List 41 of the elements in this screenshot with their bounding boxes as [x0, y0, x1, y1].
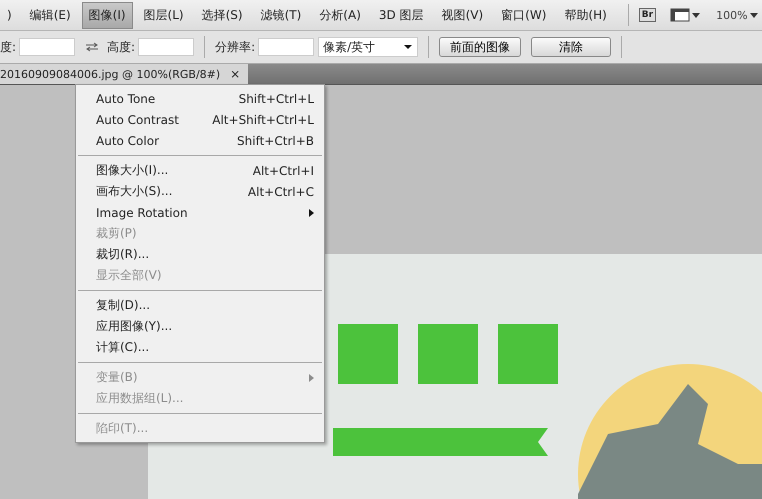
menu-item[interactable]: 滤镜(T)	[254, 2, 308, 28]
toolbar-button[interactable]: 清除	[531, 37, 612, 57]
swap-icon[interactable]	[85, 42, 100, 52]
menu-option[interactable]: 计算(C)...	[76, 337, 324, 358]
height-field[interactable]	[138, 38, 194, 56]
menu-item[interactable]: 图层(L)	[136, 2, 191, 28]
submenu-arrow-icon	[309, 374, 314, 382]
menu-item[interactable]: 窗口(W)	[494, 2, 554, 28]
menu-option[interactable]: 画布大小(S)... Alt+Ctrl+C	[76, 181, 324, 202]
resolution-field[interactable]	[258, 38, 314, 56]
resolution-label: 分辨率:	[215, 38, 256, 56]
menu-option[interactable]: 应用图像(Y)...	[76, 316, 324, 337]
menu-item[interactable]: 视图(V)	[434, 2, 490, 28]
unit-dropdown[interactable]: 像素/英寸	[318, 37, 418, 57]
submenu-arrow-icon	[309, 208, 314, 216]
menu-item[interactable]: 3D 图层	[372, 2, 431, 28]
caret-icon[interactable]	[690, 11, 702, 19]
menu-item[interactable]: 分析(A)	[312, 2, 368, 28]
menu-option[interactable]: 复制(D)...	[76, 295, 324, 316]
document-tab[interactable]: 20160909084006.jpg @ 100%(RGB/8#) ×	[0, 64, 248, 84]
menu-option[interactable]: Image Rotation	[76, 202, 324, 223]
caret-icon[interactable]	[748, 11, 760, 19]
menu-item[interactable]: 帮助(H)	[557, 2, 614, 28]
height-label: 高度:	[107, 38, 136, 56]
menu-option[interactable]: 裁切(R)...	[76, 244, 324, 265]
menu-option[interactable]: Auto Color Shift+Ctrl+B	[76, 130, 324, 151]
bridge-button[interactable]: Br	[638, 8, 656, 22]
menu-item[interactable]: 选择(S)	[194, 2, 250, 28]
menu-item[interactable]: 编辑(E)	[22, 2, 78, 28]
menu-option[interactable]: Auto Contrast Alt+Shift+Ctrl+L	[76, 109, 324, 130]
caret-icon[interactable]	[403, 44, 414, 50]
width-label: 度:	[0, 38, 16, 56]
menu-option[interactable]: Auto Tone Shift+Ctrl+L	[76, 88, 324, 109]
close-icon[interactable]: ×	[230, 67, 240, 81]
menu-option[interactable]: 图像大小(I)... Alt+Ctrl+I	[76, 160, 324, 181]
zoom-level[interactable]: 100%	[716, 8, 748, 22]
menu-item[interactable]: 图像(I)	[82, 2, 133, 28]
layout-icon[interactable]	[670, 7, 690, 23]
toolbar-button[interactable]: 前面的图像	[439, 37, 522, 57]
width-field[interactable]	[19, 38, 76, 56]
menu-item[interactable]: )	[0, 3, 19, 27]
